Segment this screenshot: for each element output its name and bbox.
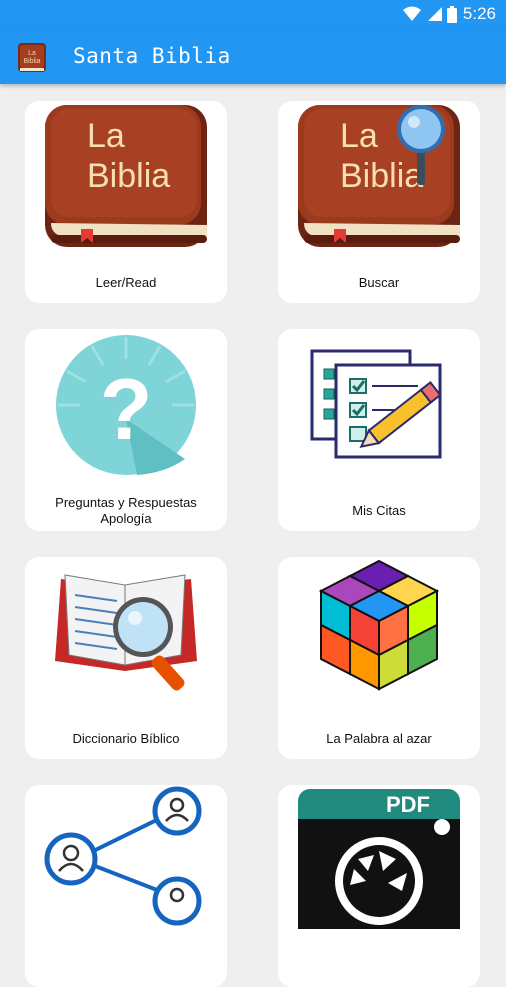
random-cube-icon — [318, 559, 440, 691]
svg-text:?: ? — [100, 362, 153, 458]
menu-card-leer[interactable]: La Biblia Leer/Read — [25, 101, 227, 303]
menu-card-label: Mis Citas — [352, 503, 406, 518]
signal-icon — [427, 7, 442, 21]
dictionary-icon — [55, 574, 197, 691]
svg-text:Biblia: Biblia — [23, 58, 40, 65]
status-time: 5:26 — [462, 4, 496, 23]
bible-book-icon: La Biblia — [45, 105, 207, 247]
menu-card-diccionario[interactable]: Diccionario Bíblico — [25, 557, 227, 759]
menu-card-preguntas[interactable]: ? Preguntas y Respuestas Apología — [25, 329, 227, 531]
menu-card-label: Buscar — [358, 275, 400, 290]
battery-icon — [446, 5, 457, 23]
menu-card-label: Preguntas y Respuestas Apología — [55, 495, 197, 526]
menu-card-palabra-azar[interactable]: La Palabra al azar — [278, 557, 480, 759]
app-bar: La Biblia Santa Biblia — [0, 28, 506, 84]
book-cover-line1: La — [340, 117, 378, 155]
book-cover-line1: La — [87, 117, 125, 155]
app-logo-icon: La Biblia — [18, 43, 46, 72]
menu-card-pdf[interactable]: PDF — [278, 785, 480, 987]
menu-card-label: Diccionario Bíblico — [72, 731, 180, 746]
status-bar: 5:26 — [0, 0, 506, 28]
question-icon: ? — [56, 335, 196, 475]
menu-card-label: La Palabra al azar — [326, 731, 432, 746]
share-icon — [44, 786, 202, 926]
wifi-icon — [402, 6, 421, 21]
pdf-camera-icon: PDF — [298, 789, 460, 929]
book-cover-line2: Biblia — [340, 157, 423, 195]
menu-card-compartir[interactable] — [25, 785, 227, 987]
menu-card-label: Leer/Read — [95, 275, 157, 290]
book-cover-line2: Biblia — [87, 157, 170, 195]
svg-text:La: La — [28, 50, 36, 57]
checklist-icon — [310, 349, 442, 459]
menu-card-mis-citas[interactable]: Mis Citas — [278, 329, 480, 531]
bible-search-icon: La Biblia — [298, 105, 460, 247]
pdf-label: PDF — [386, 792, 430, 817]
menu-card-buscar[interactable]: La Biblia Buscar — [278, 101, 480, 303]
app-title: Santa Biblia — [73, 44, 231, 68]
